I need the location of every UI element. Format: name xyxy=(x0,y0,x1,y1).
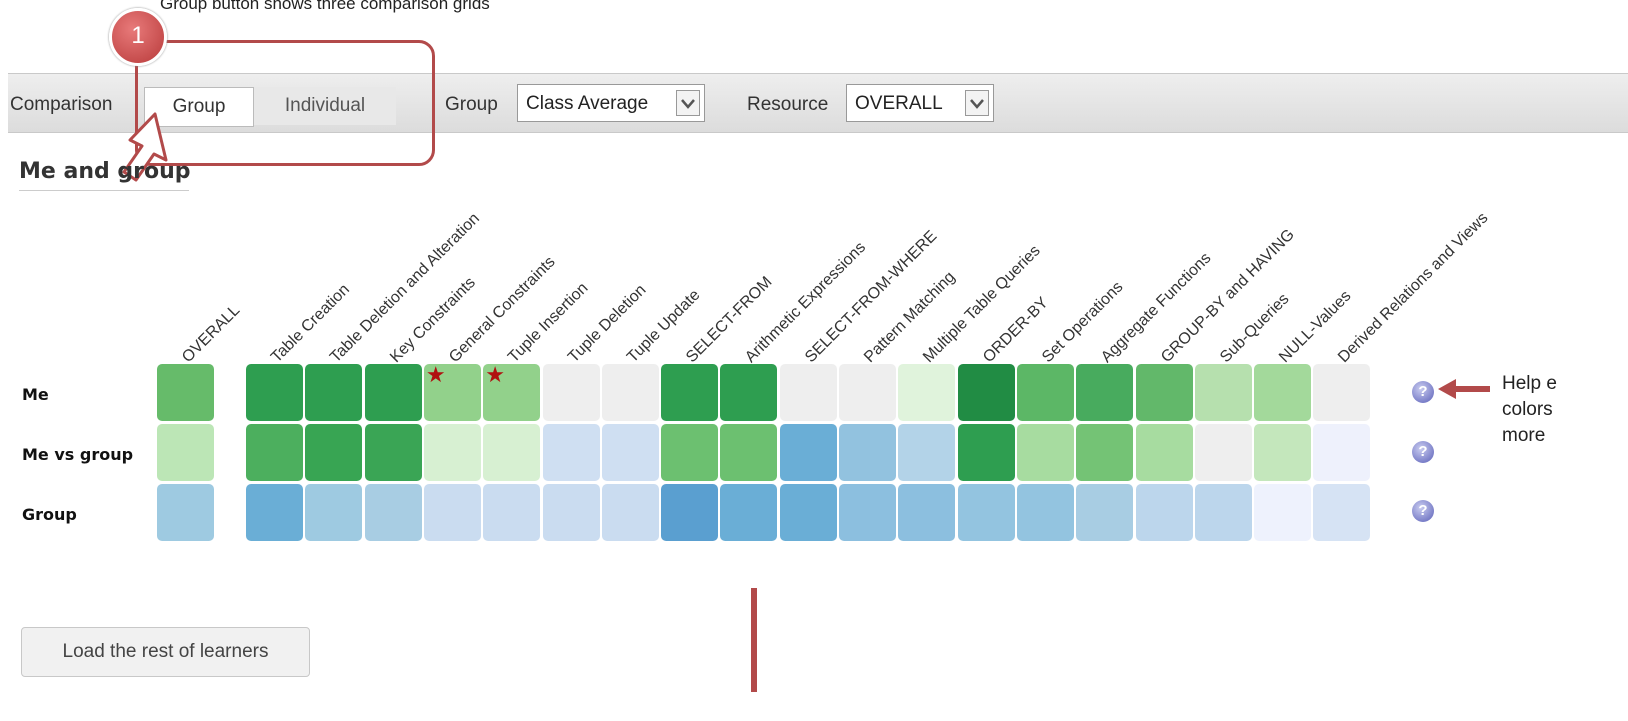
grid-cell[interactable] xyxy=(1135,424,1193,481)
group-select[interactable]: Class Average xyxy=(517,84,705,122)
grid-cell[interactable] xyxy=(601,484,659,541)
section-title: Me and group xyxy=(19,159,191,184)
grid-cell[interactable] xyxy=(661,364,719,421)
grid-cell[interactable] xyxy=(246,484,303,541)
grid-cell[interactable] xyxy=(1016,484,1074,541)
grid-cell[interactable] xyxy=(364,484,422,541)
load-rest-of-learners-button[interactable]: Load the rest of learners xyxy=(21,627,310,677)
grid-cell[interactable] xyxy=(839,484,896,541)
grid-cell[interactable] xyxy=(601,364,659,421)
grid-cell[interactable] xyxy=(1194,364,1252,421)
grid-cell[interactable] xyxy=(898,424,956,481)
chevron-down-icon[interactable] xyxy=(676,90,700,116)
callout-box xyxy=(135,40,435,166)
grid-cell[interactable] xyxy=(1076,364,1134,421)
column-label: Aggregate Functions xyxy=(1098,249,1215,367)
star-icon: ★ xyxy=(485,363,505,388)
grid-cell[interactable] xyxy=(720,484,778,541)
row-label: Me vs group xyxy=(22,445,134,464)
grid-cell[interactable] xyxy=(1194,484,1252,541)
annotation-caption: Group button shows three comparison grid… xyxy=(160,0,490,13)
resource-select[interactable]: OVERALL xyxy=(846,84,994,122)
column-label: OVERALL xyxy=(179,301,244,367)
grid-cell[interactable] xyxy=(1194,424,1252,481)
column-label: General Constraints xyxy=(445,253,559,367)
grid-cell[interactable] xyxy=(1313,364,1371,421)
grid-cell[interactable] xyxy=(1076,424,1134,481)
grid-cell[interactable] xyxy=(246,364,303,421)
grid-cell[interactable] xyxy=(1254,484,1312,541)
grid-cell[interactable] xyxy=(779,364,837,421)
grid-cell[interactable] xyxy=(779,424,837,481)
help-annotation-line: colors xyxy=(1502,399,1553,420)
row-label: Group xyxy=(22,505,77,524)
grid-cell[interactable] xyxy=(157,424,214,481)
grid-cell[interactable] xyxy=(1313,484,1371,541)
group-label: Group xyxy=(445,94,498,115)
star-icon: ★ xyxy=(425,363,446,388)
grid-cell[interactable] xyxy=(1016,364,1074,421)
comparison-label: Comparison xyxy=(10,94,113,115)
grid-cell[interactable] xyxy=(1016,424,1074,481)
question-circle-icon[interactable]: ? xyxy=(1412,381,1434,403)
resource-label: Resource xyxy=(747,94,829,115)
grid-cell[interactable] xyxy=(601,424,659,481)
grid-cell[interactable] xyxy=(542,364,600,421)
help-pointer-arrow xyxy=(1438,379,1490,399)
help-annotation: Help e colors more xyxy=(1502,371,1557,449)
grid-cell[interactable] xyxy=(839,424,896,481)
annotation-marker-bar xyxy=(751,588,757,692)
grid-cell[interactable] xyxy=(157,364,214,421)
grid-cell[interactable] xyxy=(839,364,896,421)
section-divider xyxy=(19,190,189,191)
grid-cell[interactable] xyxy=(779,484,837,541)
help-annotation-line: more xyxy=(1502,425,1546,446)
column-label: Derived Relations and Views xyxy=(1335,209,1492,367)
grid-cell[interactable] xyxy=(542,484,600,541)
column-label: Multiple Table Queries xyxy=(920,242,1045,367)
grid-cell[interactable] xyxy=(1135,484,1193,541)
grid-cell[interactable] xyxy=(720,364,778,421)
question-circle-icon[interactable]: ? xyxy=(1412,441,1434,463)
grid-cell[interactable] xyxy=(661,484,719,541)
grid-cell[interactable] xyxy=(305,484,363,541)
chevron-down-icon[interactable] xyxy=(965,90,989,116)
row-label: Me xyxy=(22,385,49,404)
grid-cell[interactable] xyxy=(957,364,1015,421)
grid-cell[interactable] xyxy=(483,424,541,481)
grid-cell[interactable] xyxy=(1254,364,1312,421)
grid-cell[interactable] xyxy=(364,424,422,481)
grid-cell[interactable] xyxy=(483,484,541,541)
grid-cell[interactable] xyxy=(364,364,422,421)
resource-select-value: OVERALL xyxy=(855,93,943,114)
grid-cell[interactable] xyxy=(1254,424,1312,481)
grid-cell[interactable] xyxy=(661,424,719,481)
grid-cell[interactable] xyxy=(423,424,481,481)
question-circle-icon[interactable]: ? xyxy=(1412,500,1434,522)
grid-cell[interactable] xyxy=(246,424,303,481)
grid-cell[interactable] xyxy=(898,484,956,541)
grid-cell[interactable] xyxy=(957,484,1015,541)
column-label: Arithmetic Expressions xyxy=(742,238,870,367)
step-badge: 1 xyxy=(109,8,167,66)
grid-cell[interactable] xyxy=(1313,424,1371,481)
grid-cell[interactable] xyxy=(423,484,481,541)
grid-cell[interactable] xyxy=(542,424,600,481)
help-annotation-line: Help e xyxy=(1502,373,1557,394)
grid-cell[interactable] xyxy=(720,424,778,481)
grid-cell[interactable] xyxy=(898,364,956,421)
grid-cell[interactable] xyxy=(1135,364,1193,421)
grid-cell[interactable] xyxy=(957,424,1015,481)
grid-cell[interactable] xyxy=(157,484,214,541)
grid-cell[interactable] xyxy=(1076,484,1134,541)
group-select-value: Class Average xyxy=(526,93,649,114)
grid-cell[interactable] xyxy=(305,364,363,421)
grid-cell[interactable] xyxy=(305,424,363,481)
